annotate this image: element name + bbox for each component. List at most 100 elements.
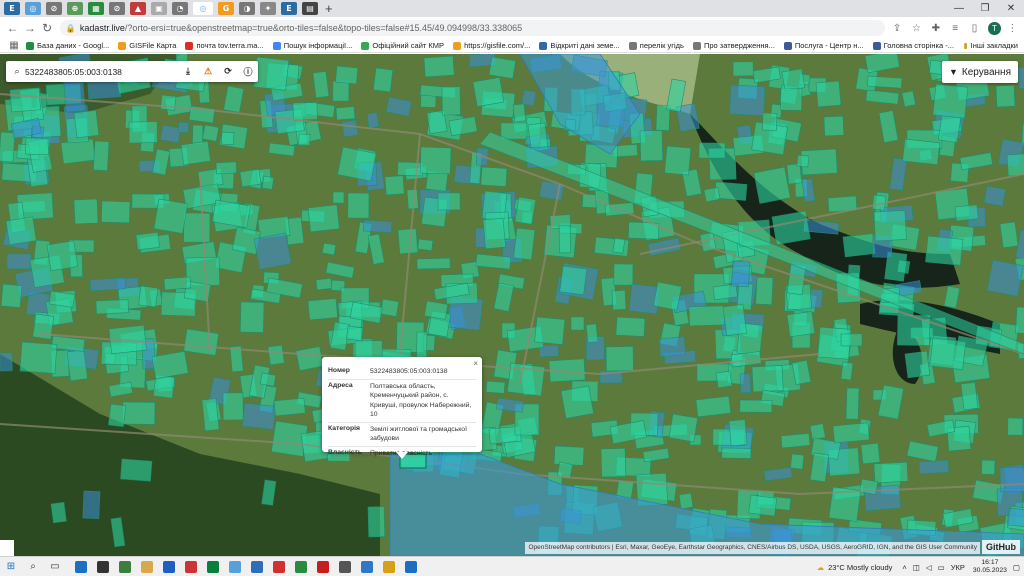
land-parcel xyxy=(366,112,380,129)
bookmark-label: Головна сторінка -... xyxy=(883,41,954,50)
new-tab-button[interactable]: + xyxy=(325,1,333,16)
taskbar-app-icon[interactable] xyxy=(224,559,246,575)
bookmark-item[interactable]: почта tov.terra.ma... xyxy=(185,41,264,50)
github-link[interactable]: GitHub xyxy=(982,540,1020,554)
bookmark-item[interactable]: Послуга - Центр н... xyxy=(783,41,864,50)
taskbar-app-icon[interactable] xyxy=(158,559,180,575)
land-parcel xyxy=(138,285,159,308)
taskbar-app-icon[interactable] xyxy=(114,559,136,575)
land-parcel xyxy=(122,401,156,425)
clock[interactable]: 16:17 30.05.2023 xyxy=(973,559,1007,575)
taskbar-app-icon[interactable] xyxy=(312,559,334,575)
taskbar-app-icon[interactable] xyxy=(202,559,224,575)
browser-tab[interactable]: ◑ xyxy=(239,2,255,15)
browser-tab[interactable]: ▲ xyxy=(130,2,146,15)
maximize-button[interactable]: ❐ xyxy=(972,0,998,17)
browser-tab[interactable]: ▦ xyxy=(88,2,104,15)
search-icon[interactable]: ⌕ xyxy=(9,66,25,77)
taskbar-app-icon[interactable] xyxy=(246,559,268,575)
bookmark-item[interactable]: База даних - Googl... xyxy=(26,41,109,50)
start-icon[interactable]: ⊞ xyxy=(0,559,22,575)
minimize-button[interactable]: — xyxy=(946,0,972,17)
taskbar-app-icon[interactable] xyxy=(334,559,356,575)
share-icon[interactable]: ⇪ xyxy=(889,23,904,34)
land-parcel xyxy=(771,210,811,245)
bookmark-item[interactable]: https://gisfile.com/... xyxy=(453,41,530,50)
battery-icon[interactable]: ▭ xyxy=(938,563,945,572)
browser-tab[interactable]: ⊕ xyxy=(67,2,83,15)
browser-tab[interactable]: ⊘ xyxy=(46,2,62,15)
taskbar-app-icon[interactable] xyxy=(70,559,92,575)
close-icon[interactable]: × xyxy=(473,359,478,368)
taskbar-app-icon[interactable] xyxy=(268,559,290,575)
apps-icon[interactable]: ▦ xyxy=(6,40,22,51)
bookmark-item[interactable]: перелік угідь xyxy=(628,41,684,50)
popup-table: Номер 5322483805:05:003:0138 Адреса Полтавс… xyxy=(328,365,476,460)
browser-tab[interactable]: ⊘ xyxy=(109,2,125,15)
download-icon[interactable]: ⤓ xyxy=(178,66,198,77)
land-parcel xyxy=(918,459,950,475)
taskbar-app-icon[interactable] xyxy=(378,559,400,575)
address-bar[interactable]: 🔒 kadastr.live /?orto-ersi=true&openstre… xyxy=(59,20,886,36)
reload-icon[interactable]: ↻ xyxy=(39,21,56,35)
volume-icon[interactable]: ◁ xyxy=(926,563,932,572)
back-icon[interactable]: ← xyxy=(4,21,21,35)
browser-tab[interactable]: ◎ xyxy=(193,2,213,15)
land-parcel xyxy=(859,478,879,495)
search-input[interactable] xyxy=(25,66,178,77)
browser-tab[interactable]: ▤ xyxy=(302,2,318,15)
weather-text[interactable]: 23°C Mostly cloudy xyxy=(828,563,892,572)
browser-tab[interactable]: ◎ xyxy=(25,2,41,15)
land-parcel xyxy=(66,349,88,382)
land-parcel xyxy=(321,242,337,256)
bookmark-favicon-icon xyxy=(26,41,34,50)
sidepanel-icon[interactable]: ▯ xyxy=(967,23,982,34)
bookmark-item[interactable]: GISFile Карта xyxy=(118,41,176,50)
forward-icon[interactable]: → xyxy=(21,21,38,35)
lock-icon[interactable]: 🔒 xyxy=(66,24,76,33)
browser-tab[interactable]: E xyxy=(4,2,20,15)
browser-tab[interactable]: ✦ xyxy=(260,2,276,15)
star-icon[interactable]: ☆ xyxy=(909,23,924,34)
bookmark-item[interactable]: Відкриті дані земе... xyxy=(539,41,620,50)
menu-icon[interactable]: ⋮ xyxy=(1005,23,1020,34)
warning-icon[interactable]: ⚠ xyxy=(198,66,218,77)
task-view-icon[interactable]: ▭ xyxy=(44,559,66,575)
bookmark-label: Про затвердження... xyxy=(703,41,775,50)
reading-list-icon[interactable]: ≡ xyxy=(948,23,963,34)
refresh-icon[interactable]: ⟳ xyxy=(218,66,238,77)
tray-chevron-icon[interactable]: ˄ xyxy=(902,563,906,572)
browser-tab[interactable]: G xyxy=(218,2,234,15)
manage-label: Керування xyxy=(961,66,1011,78)
bookmark-favicon-icon xyxy=(185,41,194,50)
extensions-icon[interactable]: ✚ xyxy=(928,23,943,34)
info-icon[interactable]: ⓘ xyxy=(238,65,258,78)
language-indicator[interactable]: УКР xyxy=(951,563,965,572)
search-icon[interactable]: ⌕ xyxy=(22,559,44,575)
notification-icon[interactable]: ▢ xyxy=(1013,563,1020,572)
bookmark-item[interactable]: Пошук інформації... xyxy=(272,41,352,50)
bookmark-label: GISFile Карта xyxy=(129,41,177,50)
bookmark-item[interactable]: Офіційний сайт КМР xyxy=(361,41,444,50)
bookmark-favicon-icon xyxy=(539,41,548,50)
map-canvas[interactable] xyxy=(0,54,1024,556)
taskbar-app-icon[interactable] xyxy=(400,559,422,575)
network-icon[interactable]: ◫ xyxy=(913,563,920,572)
browser-tab[interactable]: ▣ xyxy=(151,2,167,15)
bookmark-item[interactable]: Про затвердження... xyxy=(692,41,775,50)
taskbar-app-icon[interactable] xyxy=(180,559,202,575)
taskbar-app-icon[interactable] xyxy=(290,559,312,575)
manage-button[interactable]: ▼ Керування xyxy=(942,61,1018,83)
browser-tab[interactable]: ◔ xyxy=(172,2,188,15)
other-bookmarks[interactable]: ▮ Інші закладки xyxy=(963,41,1018,50)
taskbar-app-icon[interactable] xyxy=(136,559,158,575)
bookmark-item[interactable]: Головна сторінка -... xyxy=(872,41,954,50)
land-parcel xyxy=(298,133,311,146)
land-parcel xyxy=(261,175,275,190)
browser-tab[interactable]: E xyxy=(281,2,297,15)
profile-avatar[interactable]: T xyxy=(988,21,1001,35)
close-window-button[interactable]: ✕ xyxy=(998,0,1024,17)
taskbar-app-icon[interactable] xyxy=(92,559,114,575)
taskbar-app-icon[interactable] xyxy=(356,559,378,575)
satellite-map[interactable] xyxy=(0,54,1024,556)
